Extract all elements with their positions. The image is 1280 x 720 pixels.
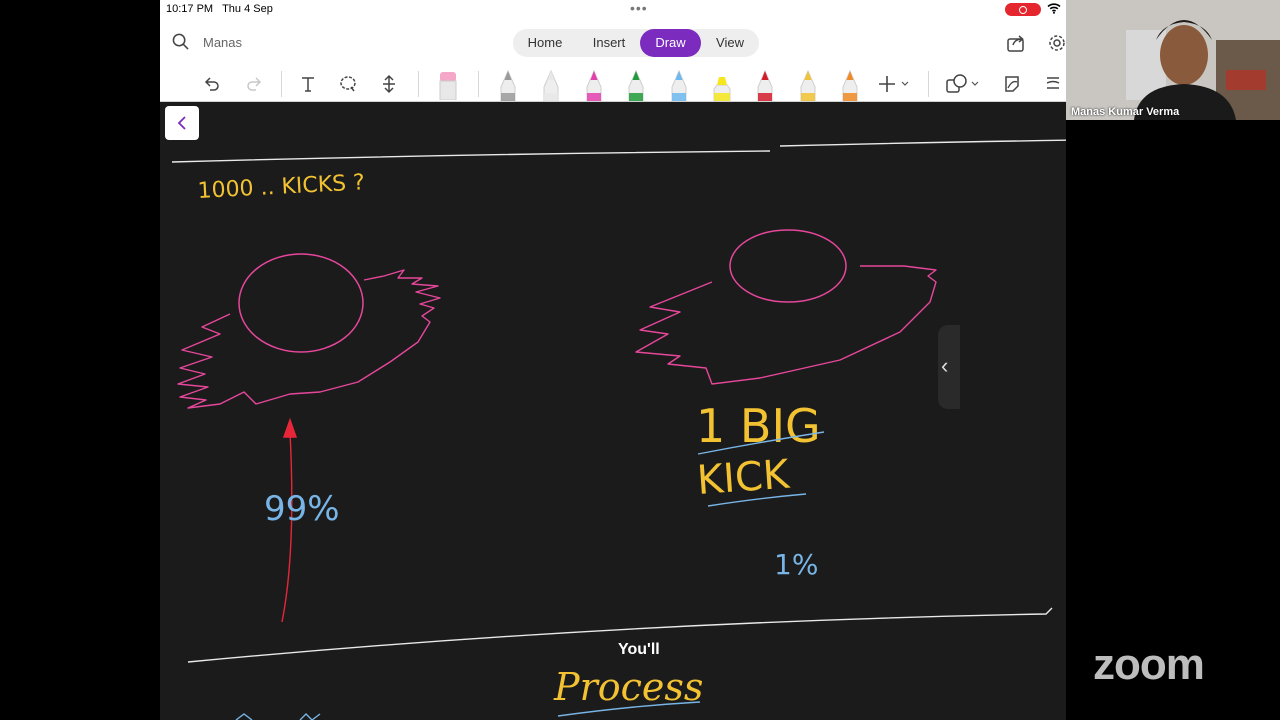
pen-pen-white[interactable] — [538, 66, 564, 102]
participant-name: Manas Kumar Verma — [1071, 106, 1180, 118]
ribbon-tabs: Home Insert Draw View — [513, 29, 759, 57]
search-field[interactable]: Manas — [203, 35, 242, 50]
ribbon-header: Manas Home Insert Draw View — [160, 18, 1066, 102]
text-tool-icon[interactable] — [296, 66, 320, 102]
ink-layer: 1000 .. KICKS ? 99% 1 BIG KICK 1% Proces… — [171, 139, 1066, 720]
separator — [281, 71, 282, 97]
tab-view[interactable]: View — [701, 29, 759, 57]
tab-insert[interactable]: Insert — [577, 29, 641, 57]
pen-pencil[interactable] — [495, 66, 521, 102]
ink-process-label: Process — [553, 665, 703, 709]
tab-home[interactable]: Home — [513, 29, 577, 57]
undo-icon[interactable] — [200, 66, 224, 102]
drawing-canvas[interactable]: 1000 .. KICKS ? 99% 1 BIG KICK 1% Proces… — [160, 102, 1066, 720]
ink-to-shape-icon[interactable] — [1000, 66, 1024, 102]
ink-1-percent: 1% — [774, 548, 818, 581]
participant-video-feed — [1066, 0, 1280, 120]
multitasking-dots[interactable]: ••• — [630, 0, 648, 16]
redo-icon[interactable] — [242, 66, 266, 102]
shapes-icon[interactable] — [944, 66, 982, 102]
chevron-left-icon: ‹ — [941, 353, 949, 378]
lasso-icon[interactable] — [336, 66, 360, 102]
ink-99-percent: 99% — [264, 489, 340, 529]
pen-highlighter-yellow[interactable] — [709, 66, 735, 102]
ink-to-text-icon[interactable] — [1041, 66, 1065, 102]
wifi-icon — [1047, 3, 1061, 14]
share-icon[interactable] — [1006, 33, 1026, 53]
pen-pen-orange[interactable] — [837, 66, 863, 102]
pen-pen-yellow[interactable] — [795, 66, 821, 102]
pen-pen-red[interactable] — [752, 66, 778, 102]
live-caption: You'll — [618, 641, 660, 658]
tab-draw[interactable]: Draw — [640, 29, 701, 57]
ink-egg-white-left — [177, 269, 441, 409]
ink-partial-scribble — [235, 713, 321, 720]
ink-kicks-label: 1000 .. KICKS ? — [197, 170, 365, 204]
pen-pen-green[interactable] — [623, 66, 649, 102]
ios-status-bar: 10:17 PM Thu 4 Sep ••• — [160, 0, 1066, 18]
pen-pen-pink[interactable] — [581, 66, 607, 102]
add-pen-icon[interactable] — [876, 66, 912, 102]
participant-video[interactable]: Manas Kumar Verma — [1066, 0, 1280, 120]
separator — [928, 71, 929, 97]
draw-toolbar — [160, 66, 1066, 102]
separator — [418, 71, 419, 97]
search-icon[interactable] — [172, 33, 189, 50]
ink-divider-top — [171, 150, 771, 163]
insert-space-icon[interactable] — [377, 66, 401, 102]
ink-divider-top-right — [779, 139, 1066, 147]
gear-icon[interactable] — [1047, 33, 1066, 53]
status-time: 10:17 PM Thu 4 Sep — [166, 3, 273, 15]
separator — [478, 71, 479, 97]
ink-big-label: 1 BIG — [696, 399, 821, 453]
ink-egg-white-right — [635, 265, 937, 385]
side-panel-handle[interactable]: ‹ — [938, 325, 960, 409]
ink-egg-yolk-right — [729, 229, 847, 303]
screen-recording-icon[interactable] — [1005, 3, 1041, 16]
eraser-icon[interactable] — [435, 66, 461, 102]
zoom-logo: zoom — [1093, 640, 1205, 689]
ink-arrowhead-red — [282, 417, 298, 438]
ink-egg-yolk-left — [238, 253, 364, 353]
onenote-app: 10:17 PM Thu 4 Sep ••• Manas Home Insert… — [160, 0, 1066, 720]
pen-pen-blue[interactable] — [666, 66, 692, 102]
